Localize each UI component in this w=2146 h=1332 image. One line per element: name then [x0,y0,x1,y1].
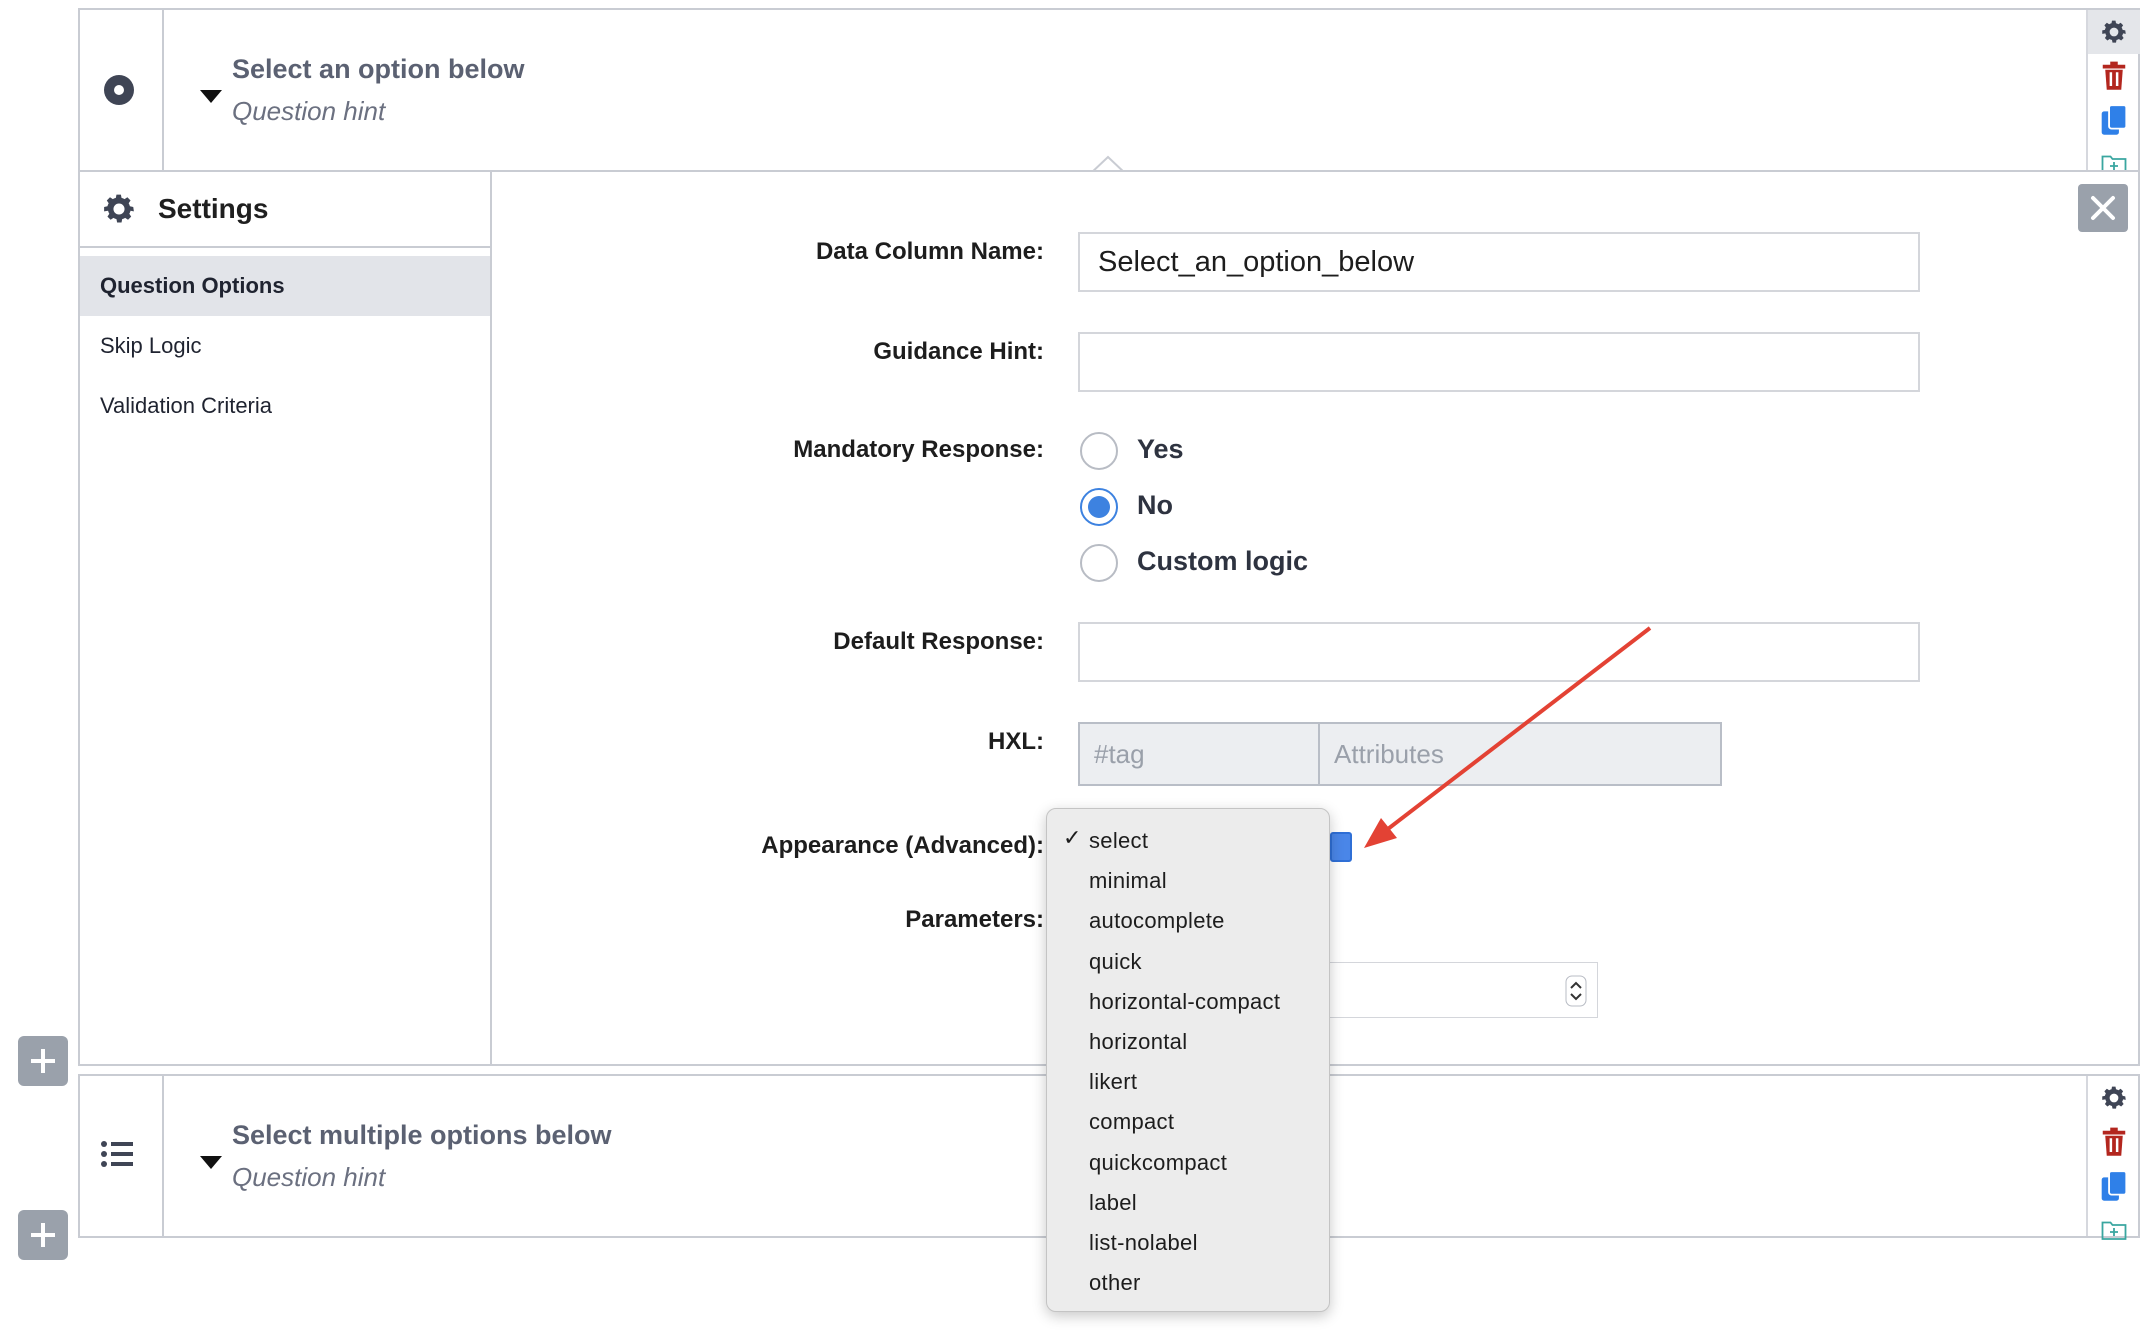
duplicate-button[interactable] [2088,1164,2140,1208]
hxl-attributes-input[interactable]: Attributes [1318,722,1722,786]
appearance-select-trigger[interactable] [1330,832,1352,862]
question-toolbar [2086,1076,2140,1240]
sidebar-item-question-options[interactable]: Question Options [80,256,490,316]
appearance-option-compact[interactable]: compact [1047,1102,1329,1142]
mandatory-custom-logic-radio[interactable] [1080,544,1118,582]
settings-header: Settings [80,172,490,248]
appearance-option-label: list-nolabel [1089,1230,1198,1255]
collapse-caret-icon[interactable] [200,90,222,103]
appearance-option-label: minimal [1089,868,1167,894]
settings-button[interactable] [2088,10,2140,54]
copy-icon [2101,1170,2128,1201]
gear-icon [104,194,134,223]
appearance-option-label: compact [1089,1109,1175,1135]
default-response-input[interactable] [1078,622,1920,682]
plus-icon [31,1223,55,1247]
settings-sidebar: Settings Question Options Skip Logic Val… [80,172,492,1064]
hxl-tag-input[interactable]: #tag [1078,722,1320,786]
add-to-library-button[interactable] [2088,1208,2140,1252]
question-row-1[interactable]: Select an option below Question hint [78,8,2140,174]
appearance-option-minimal[interactable]: minimal [1047,861,1329,901]
duplicate-button[interactable] [2088,98,2140,142]
trash-icon [2102,1127,2126,1156]
mandatory-no-label[interactable]: No [1137,490,1173,521]
delete-button[interactable] [2088,54,2140,98]
guidance-hint-label: Guidance Hint: [873,338,1044,365]
radio-button-icon [104,75,134,105]
appearance-dropdown-menu: ✓ select minimal autocomplete quick horizonta… [1046,808,1330,1312]
stepper-arrows-icon[interactable] [1565,975,1587,1007]
close-settings-button[interactable] [2078,184,2128,232]
question-type-column [80,10,164,170]
parameters-number-input[interactable] [1320,962,1598,1018]
appearance-option-horizontal-compact[interactable]: horizontal-compact [1047,982,1329,1022]
settings-heading: Settings [158,193,269,224]
appearance-option-other[interactable]: other [1047,1263,1329,1303]
appearance-option-label: quickcompact [1089,1149,1228,1175]
question-hint[interactable]: Question hint [232,96,385,127]
appearance-option-select[interactable]: ✓ select [1047,821,1329,861]
appearance-option-quickcompact[interactable]: quickcompact [1047,1143,1329,1183]
appearance-option-likert[interactable]: likert [1047,1062,1329,1102]
add-question-button[interactable] [18,1210,68,1260]
hxl-label: HXL: [988,728,1044,755]
appearance-option-label: autocomplete [1089,908,1225,934]
folder-plus-icon [2101,1221,2127,1240]
appearance-option-horizontal[interactable]: horizontal [1047,1022,1329,1062]
appearance-option-autocomplete[interactable]: autocomplete [1047,901,1329,941]
copy-icon [2101,104,2128,135]
gear-icon [2102,20,2126,43]
question-toolbar [2086,10,2140,174]
appearance-option-label: horizontal [1089,1029,1188,1054]
plus-icon [31,1049,55,1073]
mandatory-yes-radio[interactable] [1080,432,1118,470]
question-title[interactable]: Select multiple options below [232,1120,612,1151]
appearance-option-quick[interactable]: quick [1047,942,1329,982]
gear-icon [2102,1086,2126,1109]
sidebar-item-validation-criteria[interactable]: Validation Criteria [80,376,490,436]
appearance-option-label: horizontal-compact [1089,988,1281,1014]
appearance-option-label: likert [1089,1069,1138,1095]
appearance-label: Appearance (Advanced): [761,832,1044,859]
guidance-hint-input[interactable] [1078,332,1920,392]
question-hint[interactable]: Question hint [232,1162,385,1193]
mandatory-no-radio[interactable] [1080,488,1118,526]
add-question-button[interactable] [18,1036,68,1086]
appearance-option-label[interactable]: label [1047,1183,1329,1223]
data-column-name-label: Data Column Name: [815,238,1044,265]
settings-button[interactable] [2088,1076,2140,1120]
checkmark-icon: ✓ [1063,825,1082,850]
parameters-label: Parameters: [905,906,1044,933]
appearance-option-label: other [1089,1270,1141,1296]
appearance-option-label: select [1089,828,1149,853]
collapse-caret-icon[interactable] [200,1156,222,1169]
data-column-name-input[interactable]: Select_an_option_below [1078,232,1920,292]
list-icon [101,1141,133,1167]
mandatory-response-label: Mandatory Response: [793,436,1044,463]
appearance-option-label: label [1089,1189,1137,1215]
appearance-option-list-nolabel[interactable]: list-nolabel [1047,1223,1329,1263]
delete-button[interactable] [2088,1120,2140,1164]
default-response-label: Default Response: [833,628,1044,655]
mandatory-custom-logic-label[interactable]: Custom logic [1137,546,1308,577]
question-title[interactable]: Select an option below [232,54,525,85]
sidebar-item-skip-logic[interactable]: Skip Logic [80,316,490,376]
close-icon [2091,196,2115,220]
appearance-option-label: quick [1089,948,1142,974]
question-type-column [80,1076,164,1236]
trash-icon [2102,61,2126,90]
mandatory-yes-label[interactable]: Yes [1137,434,1184,465]
